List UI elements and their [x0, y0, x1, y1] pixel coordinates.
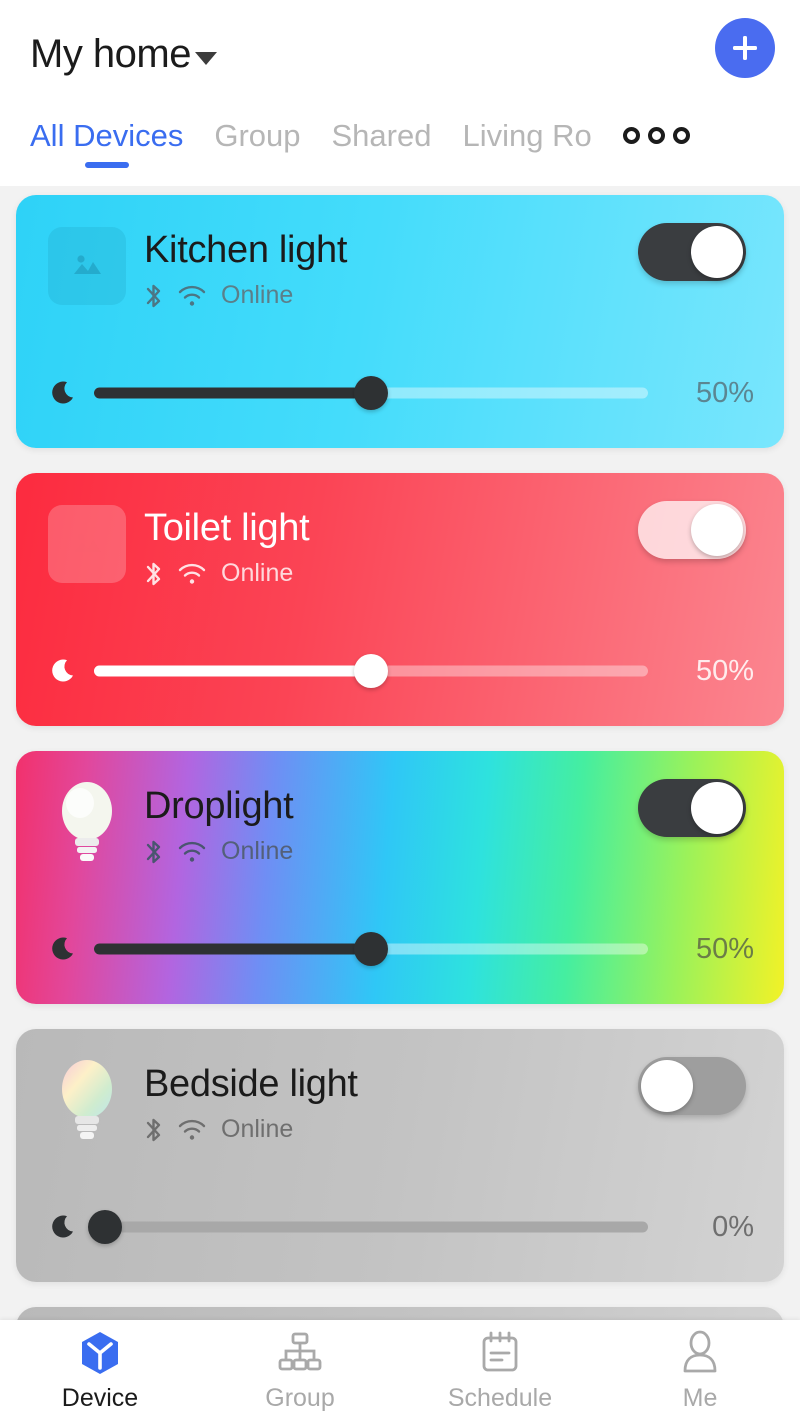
moon-icon: [52, 937, 73, 960]
brightness-slider[interactable]: 50%: [48, 932, 754, 966]
home-selector[interactable]: My home: [30, 32, 217, 77]
device-status: Online: [221, 281, 294, 309]
wifi-icon: [178, 285, 206, 306]
person-icon: [683, 1330, 717, 1373]
device-name: Toilet light: [144, 507, 310, 549]
device-card-droplight[interactable]: Droplight Online 50%: [16, 751, 784, 1004]
device-card-bedside-light[interactable]: Bedside light Online 0%: [16, 1029, 784, 1282]
slider-thumb[interactable]: [88, 1210, 123, 1244]
tab-label: Living Ro: [462, 118, 592, 153]
brightness-value: 0%: [712, 1210, 754, 1243]
chevron-down-icon: [195, 51, 217, 65]
device-card-kitchen-light[interactable]: Kitchen light Online 50%: [16, 195, 784, 448]
slider-fill: [94, 387, 371, 399]
device-name: Bedside light: [144, 1063, 358, 1105]
tab-living-room[interactable]: Living Ro: [462, 118, 591, 168]
device-status: Online: [221, 559, 294, 587]
page-title: My home: [30, 31, 192, 76]
slider-thumb[interactable]: [354, 376, 388, 410]
bluetooth-icon: [146, 1118, 161, 1141]
calendar-icon: [482, 1331, 518, 1372]
app-header: My home: [0, 0, 800, 108]
brightness-value: 50%: [695, 376, 754, 409]
moon-icon: [52, 381, 73, 404]
bluetooth-icon: [146, 284, 161, 307]
tab-bar: All Devices Group Shared Living Ro: [0, 108, 800, 186]
cube-icon: [82, 1332, 118, 1374]
wifi-icon: [178, 841, 206, 862]
toggle-knob: [641, 1060, 693, 1112]
wifi-icon: [178, 1119, 206, 1140]
toggle-knob: [691, 226, 743, 278]
bluetooth-icon: [146, 562, 161, 585]
tab-active-indicator: [84, 162, 129, 168]
slider-fill: [94, 943, 371, 955]
app-root: My home All Devices Group Shared Living …: [0, 0, 800, 1422]
tab-label: All Devices: [30, 118, 184, 153]
power-toggle[interactable]: [638, 1057, 746, 1115]
device-status: Online: [221, 1115, 294, 1143]
device-name: Droplight: [144, 785, 294, 827]
plus-icon: [733, 36, 757, 60]
toggle-knob: [691, 504, 743, 556]
moon-icon: [52, 1215, 73, 1238]
slider-thumb[interactable]: [354, 932, 388, 966]
brightness-slider[interactable]: 0%: [48, 1210, 754, 1244]
device-card-toilet-light[interactable]: Toilet light Online 50%: [16, 473, 784, 726]
nav-item-schedule[interactable]: Schedule: [400, 1329, 600, 1413]
device-status: Online: [221, 837, 294, 865]
brightness-value: 50%: [695, 654, 754, 687]
nav-label: Schedule: [447, 1384, 553, 1412]
device-name: Kitchen light: [144, 229, 348, 271]
image-placeholder-icon: [48, 505, 126, 583]
power-toggle[interactable]: [638, 223, 746, 281]
tab-group[interactable]: Group: [214, 118, 300, 168]
add-device-button[interactable]: [715, 18, 775, 78]
nav-label: Group: [265, 1384, 335, 1412]
nav-item-me[interactable]: Me: [600, 1329, 800, 1413]
image-placeholder-icon: [48, 227, 126, 305]
nav-label: Me: [682, 1384, 718, 1412]
bottom-navigation: Device Group Schedule Me: [0, 1320, 800, 1422]
slider-thumb[interactable]: [354, 654, 388, 688]
wifi-icon: [178, 563, 206, 584]
nav-item-device[interactable]: Device: [0, 1329, 200, 1413]
tab-label: Group: [214, 118, 301, 153]
power-toggle[interactable]: [638, 501, 746, 559]
brightness-value: 50%: [695, 932, 754, 965]
tab-shared[interactable]: Shared: [332, 118, 432, 168]
sitemap-icon: [278, 1332, 322, 1371]
power-toggle[interactable]: [638, 779, 746, 837]
bulb-icon: [48, 1060, 126, 1139]
toggle-knob: [691, 782, 743, 834]
bulb-icon: [48, 782, 126, 861]
moon-icon: [52, 659, 73, 682]
tab-label: Shared: [331, 118, 432, 153]
brightness-slider[interactable]: 50%: [48, 654, 754, 688]
more-horizontal-icon[interactable]: [622, 127, 690, 144]
tab-all-devices[interactable]: All Devices: [30, 118, 183, 168]
brightness-slider[interactable]: 50%: [48, 376, 754, 410]
nav-label: Device: [61, 1384, 139, 1412]
slider-fill: [94, 665, 371, 677]
nav-item-group[interactable]: Group: [200, 1329, 400, 1413]
device-list[interactable]: Kitchen light Online 50% Toilet light On…: [0, 186, 800, 1332]
bluetooth-icon: [146, 840, 161, 863]
slider-track: [94, 1221, 648, 1233]
